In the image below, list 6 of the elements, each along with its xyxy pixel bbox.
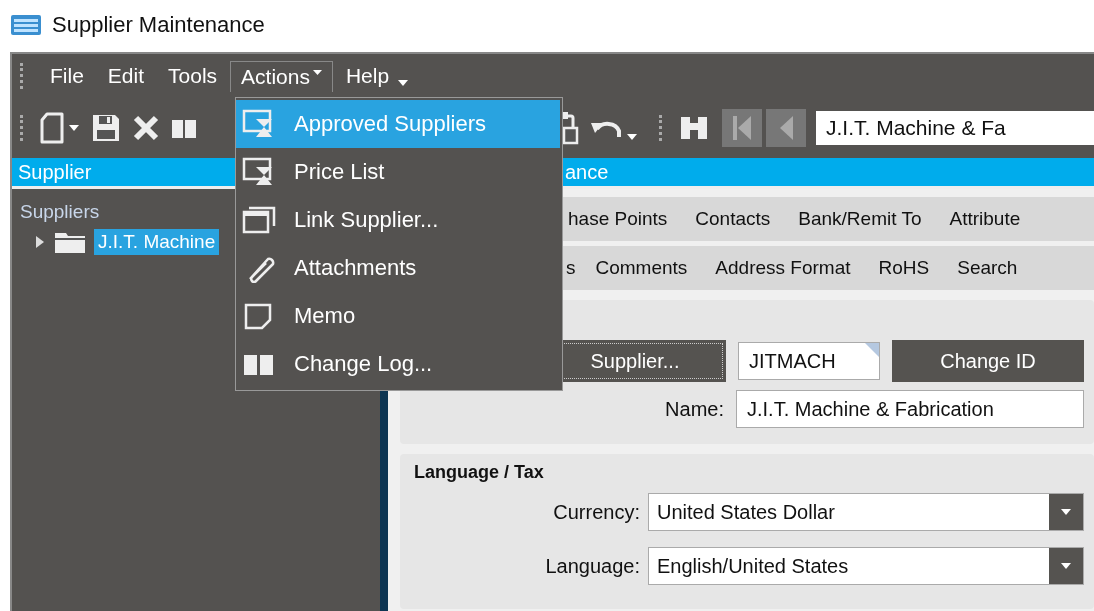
section-title: Language / Tax [413, 462, 545, 484]
tree-label: Suppliers [20, 201, 100, 223]
field-label: Language: [545, 554, 640, 578]
field-label: Name: [665, 397, 724, 421]
field-label: Currency: [553, 500, 640, 524]
window-title: Supplier Maintenance [52, 12, 265, 38]
